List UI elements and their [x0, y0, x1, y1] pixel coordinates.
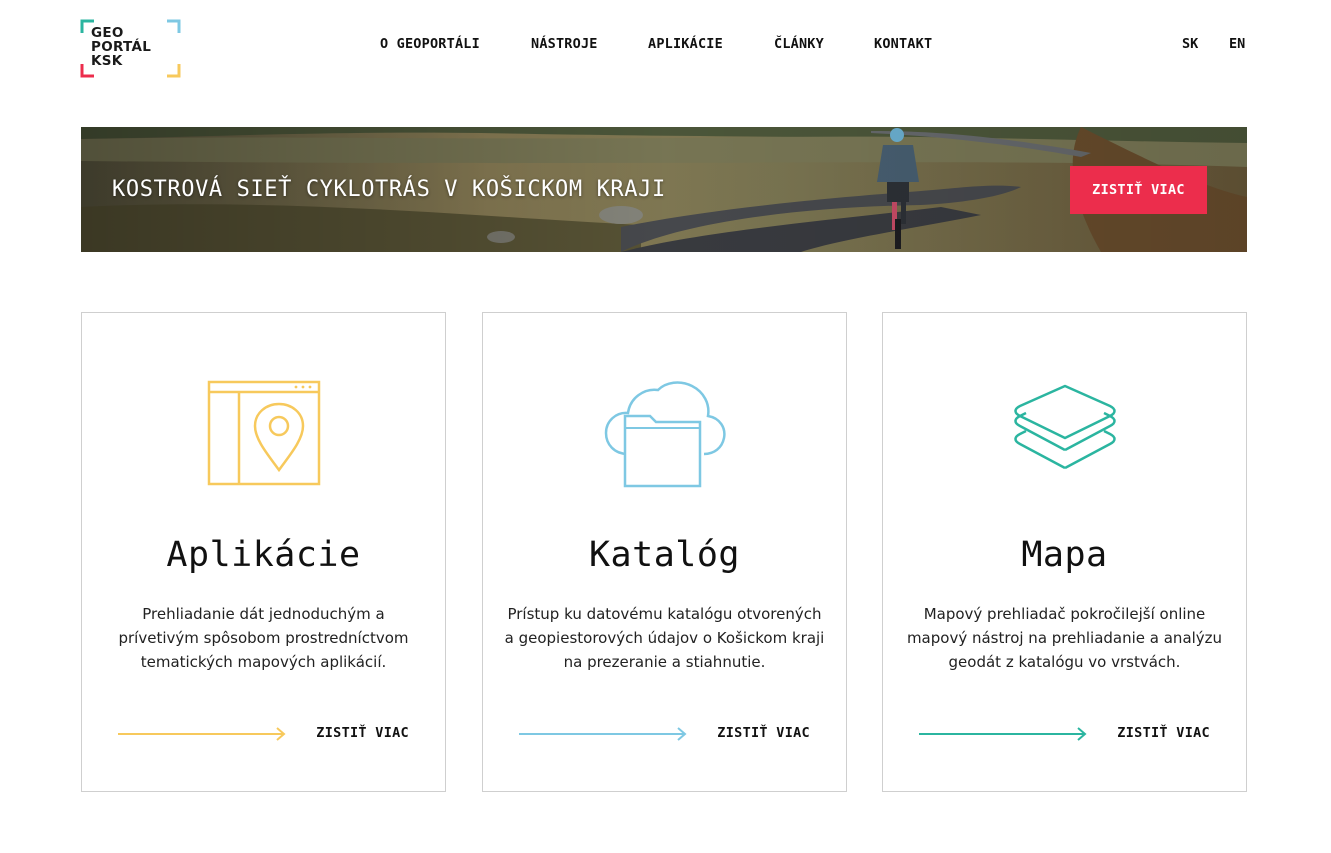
- arrow-right-icon: [118, 727, 286, 741]
- card-aplikacie[interactable]: Aplikácie Prehliadanie dát jednoduchým a…: [81, 312, 446, 792]
- arrow-right-icon: [919, 727, 1087, 741]
- banner-title: KOSTROVÁ SIEŤ CYKLOTRÁS V KOŠICKOM KRAJI: [112, 177, 666, 202]
- logo-line-2: PORTÁL: [91, 39, 152, 55]
- card-more-link[interactable]: ZISTIŤ VIAC: [118, 723, 409, 745]
- logo-line-3: KSK: [91, 53, 123, 69]
- nav-item-nastroje[interactable]: NÁSTROJE: [531, 36, 598, 52]
- card-more-link[interactable]: ZISTIŤ VIAC: [919, 723, 1210, 745]
- hero-banner: KOSTROVÁ SIEŤ CYKLOTRÁS V KOŠICKOM KRAJI…: [81, 127, 1247, 252]
- logo-line-1: GEO: [91, 25, 124, 41]
- nav-item-clanky[interactable]: ČLÁNKY: [774, 36, 824, 52]
- card-title: Katalóg: [588, 535, 740, 575]
- language-sk[interactable]: SK: [1182, 36, 1198, 52]
- card-more-label: ZISTIŤ VIAC: [1117, 725, 1210, 741]
- card-more-link[interactable]: ZISTIŤ VIAC: [519, 723, 810, 745]
- card-mapa[interactable]: Mapa Mapový prehliadač pokročilejší onli…: [882, 312, 1247, 792]
- language-en[interactable]: EN: [1229, 36, 1245, 52]
- card-title: Aplikácie: [166, 535, 361, 575]
- logo[interactable]: GEO PORTÁL KSK: [80, 19, 181, 78]
- card-description: Prístup ku datovému katalógu otvorených …: [504, 605, 825, 671]
- card-title: Mapa: [1021, 535, 1108, 575]
- nav-item-o-geoportali[interactable]: O GEOPORTÁLI: [380, 36, 480, 52]
- layers-icon: [1013, 384, 1116, 470]
- card-description: Mapový prehliadač pokročilejší online ma…: [906, 605, 1223, 671]
- map-pin-window-icon: [207, 380, 320, 486]
- card-description: Prehliadanie dát jednoduchým a prívetivý…: [118, 605, 409, 671]
- nav-item-aplikacie[interactable]: APLIKÁCIE: [648, 36, 723, 52]
- card-katalog[interactable]: Katalóg Prístup ku datovému katalógu otv…: [482, 312, 847, 792]
- logo-text: GEO PORTÁL KSK: [91, 26, 151, 68]
- nav-item-kontakt[interactable]: KONTAKT: [874, 36, 932, 52]
- banner-more-button[interactable]: ZISTIŤ VIAC: [1070, 166, 1207, 214]
- card-more-label: ZISTIŤ VIAC: [316, 725, 409, 741]
- card-more-label: ZISTIŤ VIAC: [717, 725, 810, 741]
- cloud-folder-icon: [604, 381, 726, 488]
- arrow-right-icon: [519, 727, 687, 741]
